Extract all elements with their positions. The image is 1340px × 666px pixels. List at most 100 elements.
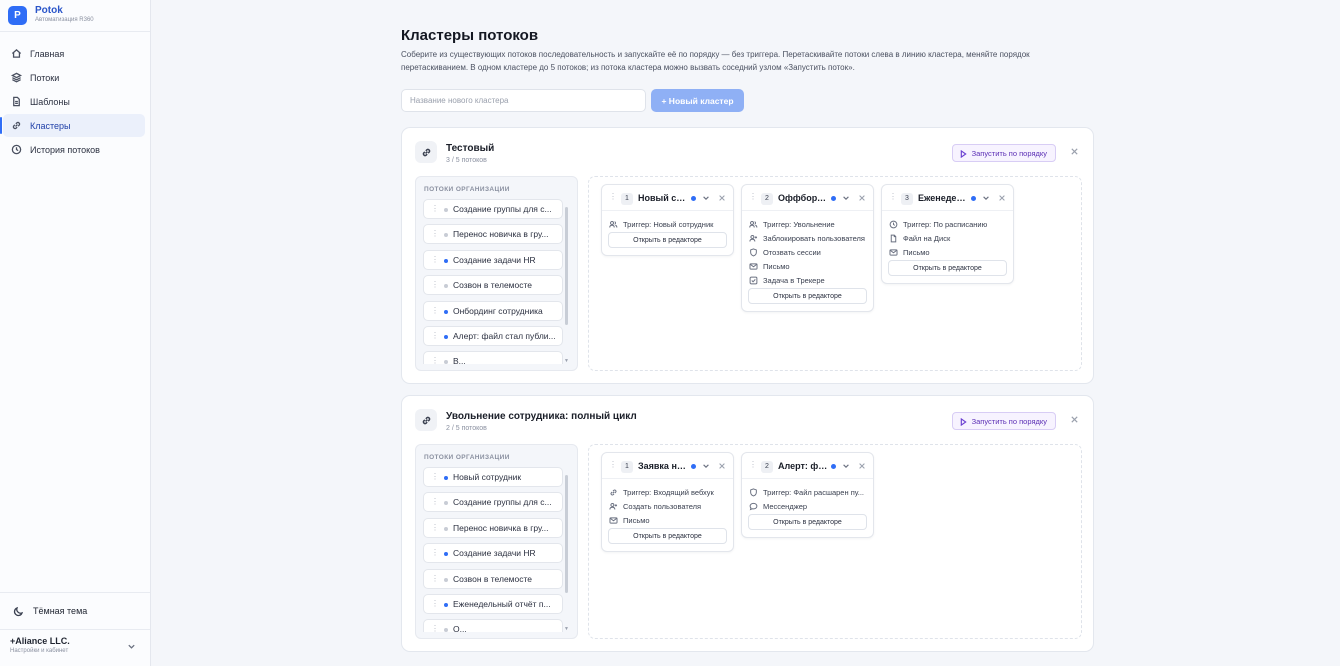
open-editor-button[interactable]: Открыть в редакторе: [748, 288, 867, 304]
flow-steps: Триггер: Входящий вебхук Создать пользова…: [602, 479, 733, 527]
status-dot: [444, 258, 448, 263]
close-icon[interactable]: [718, 194, 726, 202]
open-editor-button[interactable]: Открыть в редакторе: [888, 260, 1007, 276]
flow-card-header: ⋮ 1 Заявка на...: [602, 453, 733, 479]
sidebar: P Potok Автоматизация R360 Главная Поток…: [0, 0, 151, 666]
shield-icon: [750, 487, 757, 496]
play-icon: [960, 418, 967, 426]
drag-handle-icon[interactable]: ⋮: [749, 192, 757, 201]
sidebar-item-templates[interactable]: Шаблоны: [3, 90, 145, 113]
run-in-order-button[interactable]: Запустить по порядку: [951, 412, 1056, 430]
close-icon[interactable]: [718, 462, 726, 470]
chevron-down-icon[interactable]: [842, 462, 850, 470]
chevron-down-icon[interactable]: [702, 194, 710, 202]
flow-step: Триггер: Новый сотрудник: [609, 217, 726, 231]
run-in-order-button[interactable]: Запустить по порядку: [951, 144, 1056, 162]
org-flow-item[interactable]: Создание задачи HR: [423, 543, 563, 564]
drag-handle-icon[interactable]: ⋮: [749, 460, 757, 469]
flow-step: Создать пользователя: [609, 499, 726, 513]
flow-step-label: Письмо: [623, 515, 650, 525]
theme-toggle[interactable]: Тёмная тема: [0, 592, 150, 630]
status-dot: [444, 577, 448, 582]
flow-card-title: Заявка на...: [638, 461, 688, 471]
org-flow-label: Создание группы для с...: [453, 204, 552, 214]
cluster-flow-card[interactable]: ⋮ 2 Алерт: фа... Триггер: Файл расшарен …: [741, 452, 874, 538]
link-icon: [12, 121, 21, 130]
org-flows-title: ПОТОКИ ОРГАНИЗАЦИИ: [424, 454, 510, 461]
flow-step-label: Триггер: По расписанию: [903, 219, 988, 229]
scroll-down-icon[interactable]: ▼: [564, 626, 569, 632]
cluster-flow-card[interactable]: ⋮ 3 Еженедел... Триггер: По расписанию Фа…: [881, 184, 1014, 284]
cluster-flow-card[interactable]: ⋮ 1 Новый со... Триггер: Новый сотрудник…: [601, 184, 734, 256]
flow-steps: Триггер: Увольнение Заблокировать пользов…: [742, 211, 873, 287]
flow-steps: Триггер: Новый сотрудник: [602, 211, 733, 231]
sidebar-item-history[interactable]: История потоков: [3, 138, 145, 161]
new-cluster-name-input[interactable]: [401, 89, 646, 112]
org-flow-item[interactable]: Новый сотрудник: [423, 467, 563, 487]
status-dot: [444, 501, 448, 506]
drag-handle-icon[interactable]: ⋮: [609, 192, 617, 201]
flow-card-title: Еженедел...: [918, 193, 968, 203]
flow-step: Триггер: Увольнение: [749, 217, 866, 231]
sidebar-item-flows[interactable]: Потоки: [3, 66, 145, 89]
cluster-flow-card[interactable]: ⋮ 2 Оффборд... Триггер: Увольнение Заблок…: [741, 184, 874, 312]
new-cluster-button[interactable]: + Новый кластер: [651, 89, 744, 112]
org-flow-item[interactable]: Онбординг сотрудника: [423, 300, 563, 321]
drag-handle-icon[interactable]: ⋮: [889, 192, 897, 201]
scrollbar[interactable]: [565, 473, 569, 626]
org-flow-item[interactable]: В...: [423, 351, 563, 364]
sidebar-item-home[interactable]: Главная: [3, 42, 145, 65]
org-flow-item[interactable]: Создание задачи HR: [423, 249, 563, 270]
cluster-icon: [415, 141, 437, 163]
scrollbar-thumb[interactable]: [565, 475, 568, 593]
org-flow-item[interactable]: Алерт: файл стал публи...: [423, 325, 563, 346]
drag-handle-icon[interactable]: ⋮: [609, 460, 617, 469]
org-flow-item[interactable]: Создание группы для с...: [423, 492, 563, 513]
org-flow-label: Созвон в телемосте: [453, 573, 533, 584]
org-flow-label: Новый сотрудник: [453, 472, 522, 482]
chevron-down-icon[interactable]: [982, 194, 990, 202]
sidebar-item-label: Потоки: [30, 72, 60, 83]
status-dot: [444, 628, 448, 632]
users-icon: [609, 220, 618, 228]
delete-cluster-icon[interactable]: [1070, 147, 1079, 156]
org-flow-item[interactable]: О...: [423, 619, 563, 632]
flow-step-label: Отозвать сессии: [763, 247, 821, 257]
open-editor-button[interactable]: Открыть в редакторе: [608, 528, 727, 544]
scroll-down-icon[interactable]: ▼: [564, 358, 569, 364]
org-flow-item[interactable]: Еженедельный отчёт п...: [423, 593, 563, 614]
status-dot: [444, 284, 448, 289]
close-icon[interactable]: [858, 462, 866, 470]
chevron-down-icon[interactable]: [842, 194, 850, 202]
org-flow-item[interactable]: Созвон в телемосте: [423, 275, 563, 296]
org-flow-item[interactable]: Перенос новичка в гру...: [423, 224, 563, 245]
scrollbar-thumb[interactable]: [565, 207, 568, 325]
scrollbar[interactable]: [565, 205, 569, 358]
page-description: Соберите из существующих потоков последо…: [401, 50, 1030, 72]
flow-step: Письмо: [889, 245, 1006, 259]
cluster-lane[interactable]: ⋮ 1 Новый со... Триггер: Новый сотрудник…: [588, 176, 1082, 371]
app-name: Potok: [35, 5, 63, 16]
sidebar-item-clusters[interactable]: Кластеры: [0, 114, 145, 137]
create-cluster-row: + Новый кластер: [401, 89, 1094, 112]
org-flow-label: Созвон в телемосте: [453, 280, 533, 291]
close-icon[interactable]: [998, 194, 1006, 202]
status-dot: [444, 233, 448, 238]
brand[interactable]: P Potok Автоматизация R360: [0, 0, 150, 32]
chevron-down-icon[interactable]: [702, 462, 710, 470]
status-dot: [831, 196, 836, 201]
cluster-lane[interactable]: ⋮ 1 Заявка на... Триггер: Входящий вебху…: [588, 444, 1082, 639]
org-flow-item[interactable]: Перенос новичка в гру...: [423, 517, 563, 538]
delete-cluster-icon[interactable]: [1070, 415, 1079, 424]
account-menu[interactable]: +Aliance LLC. Настройки и кабинет: [0, 630, 150, 666]
org-flow-label: Еженедельный отчёт п...: [453, 598, 551, 609]
org-flow-item[interactable]: Создание группы для с...: [423, 199, 563, 219]
close-icon[interactable]: [858, 194, 866, 202]
org-flow-item[interactable]: Созвон в телемосте: [423, 568, 563, 589]
open-editor-button[interactable]: Открыть в редакторе: [608, 232, 727, 248]
flow-order-number: 2: [761, 193, 773, 205]
cluster-flow-card[interactable]: ⋮ 1 Заявка на... Триггер: Входящий вебху…: [601, 452, 734, 552]
flow-card-header: ⋮ 3 Еженедел...: [882, 185, 1013, 211]
clock-icon: [889, 220, 898, 228]
open-editor-button[interactable]: Открыть в редакторе: [748, 514, 867, 530]
